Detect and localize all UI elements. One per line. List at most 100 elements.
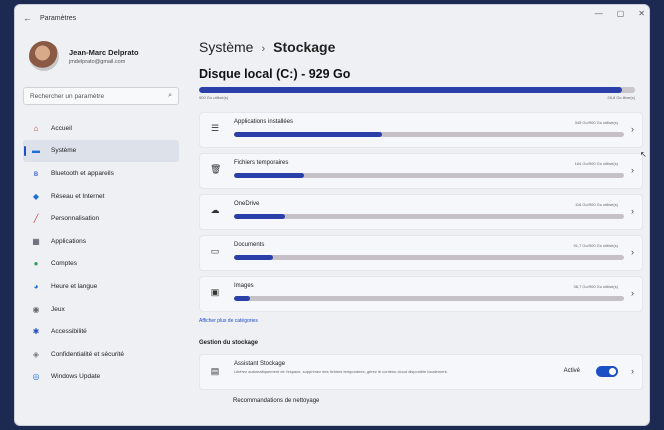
breadcrumb-parent[interactable]: Système <box>199 39 253 55</box>
back-arrow-icon[interactable]: ← <box>23 13 32 23</box>
home-icon: ⌂ <box>33 123 39 133</box>
monitor-icon: ▬ <box>32 146 40 156</box>
category-usage-bar <box>234 255 624 260</box>
storage-sense-icon: ▤ <box>210 366 220 376</box>
disk-title: Disque local (C:) - 929 Go <box>199 67 351 81</box>
minimize-icon[interactable]: — <box>595 9 603 18</box>
category-usage-fill <box>234 132 383 137</box>
settings-window: ← Paramètres — ▢ ✕ Jean-Marc Delprato jm… <box>14 4 650 426</box>
update-icon: ◎ <box>32 372 40 382</box>
sidebar-item-2[interactable]: ʙ Bluetooth et appareils <box>23 162 179 185</box>
sidebar-item-label: Système <box>51 147 77 155</box>
image-icon: ▣ <box>210 287 220 297</box>
disk-used-label: 900 Go utilisé(s) <box>199 95 229 100</box>
shield-icon: ◈ <box>32 349 40 359</box>
category-label: Fichiers temporaires <box>234 160 289 166</box>
storage-category-row[interactable]: ☁ OneDrive 116 Go/900 Go utilisé(s) › <box>199 194 643 230</box>
disk-free-label: 28,8 Go libre(s) <box>607 95 635 100</box>
page-title: Stockage <box>273 39 336 55</box>
category-usage-fill <box>234 255 273 260</box>
sidebar-item-7[interactable]: ◕ Heure et langue <box>23 275 179 298</box>
document-icon: ▭ <box>210 246 220 256</box>
chevron-right-icon[interactable]: › <box>631 124 634 134</box>
category-list: ☰ Applications installées 345 Go/900 Go ut… <box>199 112 643 312</box>
category-usage-bar <box>234 296 624 301</box>
cloud-icon: ☁ <box>210 205 220 215</box>
chevron-right-icon[interactable]: › <box>631 366 634 376</box>
category-usage-bar <box>234 214 624 219</box>
storage-category-row[interactable]: 🗑 Fichiers temporaires 164 Go/900 Go utili… <box>199 153 643 189</box>
category-label: Images <box>234 283 254 289</box>
sidebar-item-3[interactable]: ◆ Réseau et Internet <box>23 185 179 208</box>
globe-clock-icon: ◕ <box>33 281 39 291</box>
accessibility-icon: ✱ <box>32 327 40 337</box>
sidebar-item-9[interactable]: ✱ Accessibilité <box>23 320 179 343</box>
sidebar-item-label: Confidentialité et sécurité <box>51 350 124 358</box>
search-icon: ⌕ <box>168 92 172 99</box>
bluetooth-icon: ʙ <box>33 168 39 178</box>
storage-category-row[interactable]: ▣ Images 38,7 Go/900 Go utilisé(s) › <box>199 276 643 312</box>
main-content: Système › Stockage Disque local (C:) - 929… <box>193 31 645 425</box>
storage-sense-description: Libérez automatiquement de l'espace, sup… <box>234 369 448 374</box>
maximize-icon[interactable]: ▢ <box>617 9 625 18</box>
storage-category-row[interactable]: ☰ Applications installées 345 Go/900 Go ut… <box>199 112 643 148</box>
profile-name: Jean-Marc Delprato <box>69 47 139 57</box>
search-placeholder: Rechercher un paramètre <box>30 92 105 100</box>
category-usage: 345 Go/900 Go utilisé(s) <box>574 120 618 125</box>
chevron-right-icon[interactable]: › <box>631 206 634 216</box>
sidebar-item-6[interactable]: ● Comptes <box>23 253 179 276</box>
disk-usage-fill <box>199 87 622 93</box>
search-input[interactable]: Rechercher un paramètre ⌕ <box>23 87 179 105</box>
category-usage: 91,7 Go/900 Go utilisé(s) <box>573 243 618 248</box>
disk-usage-bar <box>199 87 635 93</box>
show-more-categories-link[interactable]: Afficher plus de catégories <box>199 318 645 324</box>
sidebar-item-11[interactable]: ◎ Windows Update <box>23 366 179 389</box>
sidebar-item-label: Heure et langue <box>51 282 98 290</box>
category-usage-bar <box>234 132 624 137</box>
trash-icon: 🗑 <box>210 164 222 174</box>
category-usage-fill <box>234 296 250 301</box>
toggle-knob <box>609 368 616 375</box>
sidebar-item-label: Comptes <box>51 260 78 268</box>
sidebar-item-1[interactable]: ▬ Système <box>23 139 179 163</box>
sidebar-item-10[interactable]: ◈ Confidentialité et sécurité <box>23 343 179 366</box>
cleanup-recommendations[interactable]: Recommandations de nettoyage <box>233 398 645 404</box>
storage-sense-state: Activé <box>563 368 580 374</box>
profile-email: jmdelprato@gmail.com <box>69 58 126 65</box>
window-title: Paramètres <box>40 14 77 22</box>
storage-sense-title: Assistant Stockage <box>234 361 286 367</box>
storage-management-heading: Gestion du stockage <box>199 340 259 346</box>
apps-icon: ▦ <box>32 236 40 246</box>
account-icon: ● <box>33 259 39 269</box>
category-usage: 38,7 Go/900 Go utilisé(s) <box>573 284 618 289</box>
disk-usage-labels: 900 Go utilisé(s) 28,8 Go libre(s) <box>199 95 635 100</box>
sidebar-item-label: Applications <box>51 237 87 245</box>
window-controls: — ▢ ✕ <box>595 9 645 18</box>
sidebar: Jean-Marc Delprato jmdelprato@gmail.com … <box>15 31 187 425</box>
sidebar-item-5[interactable]: ▦ Applications <box>23 230 179 253</box>
user-profile[interactable]: Jean-Marc Delprato jmdelprato@gmail.com <box>23 31 179 81</box>
storage-sense-toggle[interactable] <box>596 366 618 377</box>
sidebar-item-8[interactable]: ◉ Jeux <box>23 298 179 321</box>
category-label: OneDrive <box>234 201 260 207</box>
sidebar-item-4[interactable]: ╱ Personnalisation <box>23 207 179 230</box>
close-icon[interactable]: ✕ <box>638 9 645 18</box>
category-usage: 116 Go/900 Go utilisé(s) <box>574 202 618 207</box>
sidebar-item-label: Réseau et Internet <box>51 192 105 200</box>
breadcrumb: Système › Stockage <box>199 39 645 55</box>
category-usage-bar <box>234 173 624 178</box>
chevron-right-icon[interactable]: › <box>631 288 634 298</box>
chevron-right-icon[interactable]: › <box>631 247 634 257</box>
sidebar-item-0[interactable]: ⌂ Accueil <box>23 117 179 140</box>
brush-icon: ╱ <box>33 214 39 224</box>
sidebar-item-label: Bluetooth et appareils <box>51 169 114 177</box>
category-label: Documents <box>234 242 265 248</box>
category-usage-fill <box>234 173 305 178</box>
storage-category-row[interactable]: ▭ Documents 91,7 Go/900 Go utilisé(s) › <box>199 235 643 271</box>
wifi-icon: ◆ <box>32 191 40 201</box>
storage-sense-card[interactable]: ▤ Assistant Stockage Libérez automatique… <box>199 354 643 390</box>
chevron-right-icon[interactable]: › <box>631 165 634 175</box>
sidebar-item-label: Personnalisation <box>51 215 100 223</box>
sidebar-item-label: Jeux <box>51 305 65 313</box>
category-usage: 164 Go/900 Go utilisé(s) <box>574 161 618 166</box>
